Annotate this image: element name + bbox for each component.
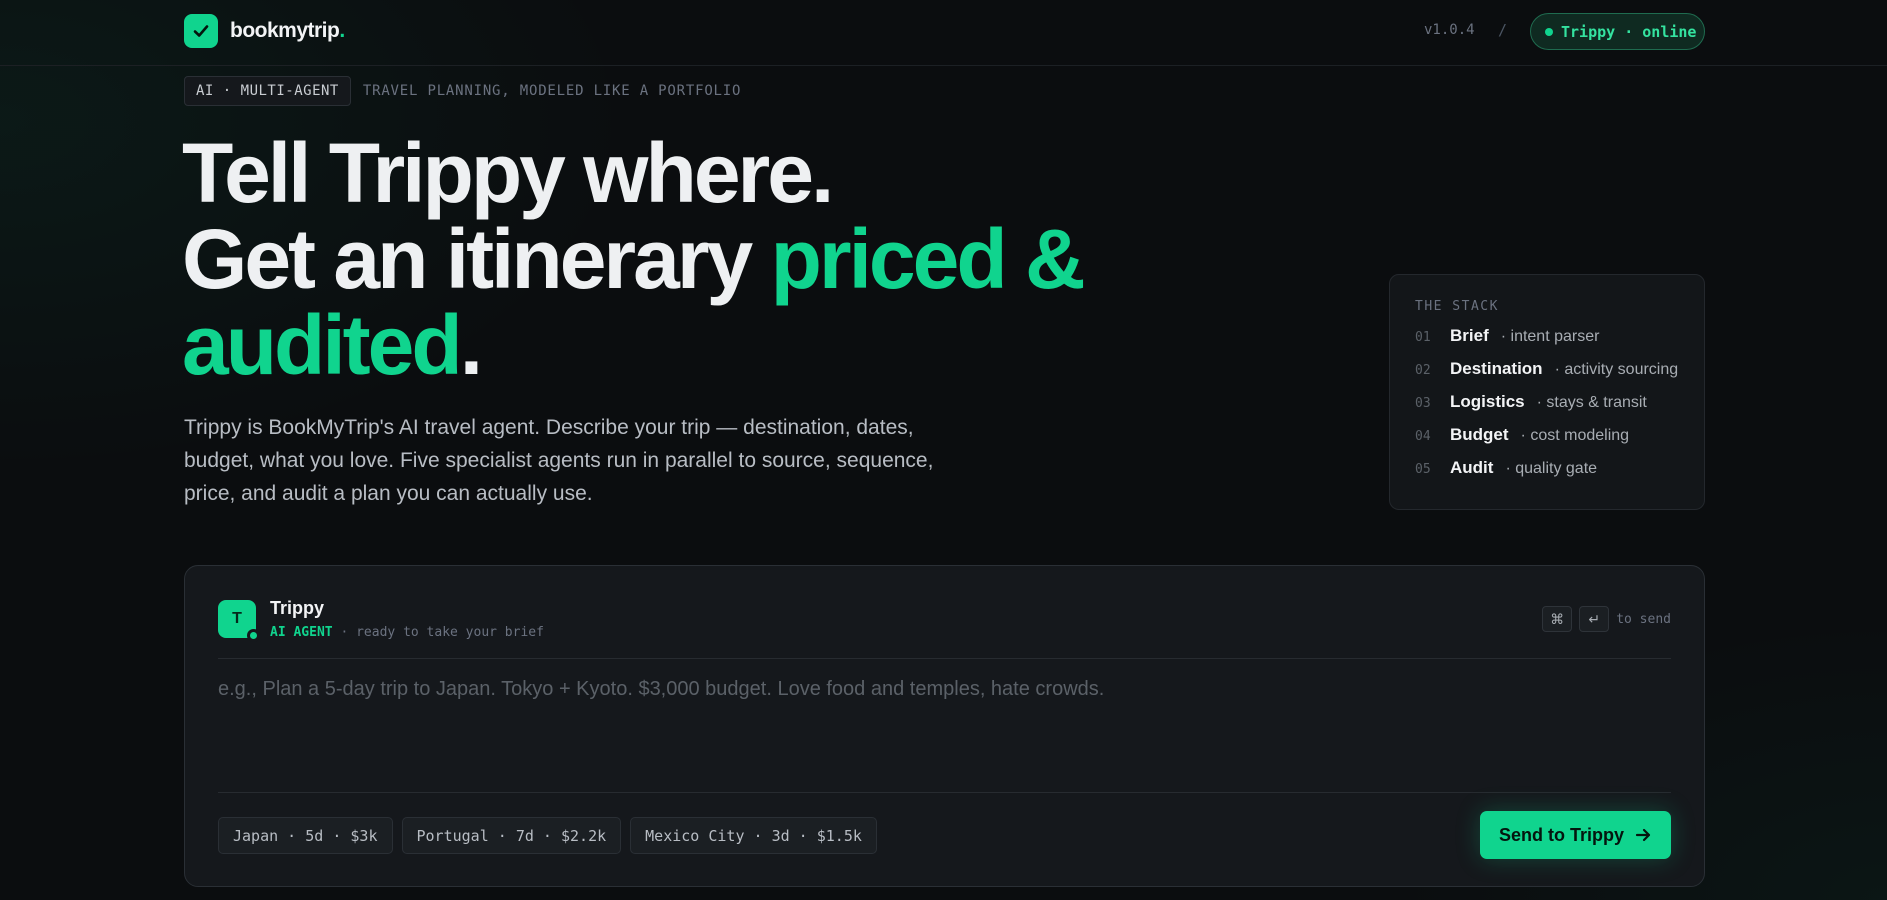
avatar-letter: T bbox=[232, 610, 242, 627]
stack-item-number: 02 bbox=[1415, 363, 1431, 378]
stack-item: 01 Brief · intent parser bbox=[1415, 326, 1679, 359]
stack-item: 04 Budget · cost modeling bbox=[1415, 425, 1679, 458]
status-dot-icon bbox=[1545, 27, 1553, 36]
stack-item-desc: · stays & transit bbox=[1536, 394, 1647, 411]
stack-card: THE STACK 01 Brief · intent parser 02 De… bbox=[1389, 274, 1705, 510]
eyebrow: AI · MULTI-AGENT TRAVEL PLANNING, MODELE… bbox=[184, 76, 741, 106]
hero-title: Tell Trippy where. Get an itinerary pric… bbox=[182, 130, 1086, 388]
stack-item: 03 Logistics · stays & transit bbox=[1415, 392, 1679, 425]
suggestion-chips: Japan · 5d · $3k Portugal · 7d · $2.2k M… bbox=[218, 817, 877, 854]
eyebrow-text: TRAVEL PLANNING, MODELED LIKE A PORTFOLI… bbox=[362, 83, 742, 99]
send-shortcut-hint: ⌘ ↵ to send bbox=[1542, 606, 1671, 632]
agent-role: AI AGENT bbox=[270, 625, 333, 640]
stack-title: THE STACK bbox=[1415, 299, 1499, 314]
stack-item-desc: · cost modeling bbox=[1520, 427, 1630, 444]
hero-accent-1: priced & bbox=[770, 212, 1086, 306]
agent-name: Trippy bbox=[270, 598, 325, 618]
stack-item-name: Budget bbox=[1450, 425, 1509, 444]
command-key-icon: ⌘ bbox=[1542, 606, 1573, 632]
divider bbox=[218, 792, 1671, 793]
hero-line-1: Tell Trippy where. bbox=[182, 126, 834, 220]
top-bar: bookmytrip. v1.0.4 / Trippy · online bbox=[0, 0, 1887, 66]
version-label: v1.0.4 bbox=[1424, 22, 1475, 38]
divider bbox=[218, 658, 1671, 659]
agent-subtitle: AI AGENT · ready to take your brief bbox=[270, 625, 544, 640]
suggestion-chip-japan[interactable]: Japan · 5d · $3k bbox=[218, 817, 393, 854]
stack-item-name: Destination bbox=[1450, 359, 1543, 378]
stack-item: 05 Audit · quality gate bbox=[1415, 458, 1679, 491]
status-text: Trippy · online bbox=[1561, 22, 1697, 41]
enter-key-icon: ↵ bbox=[1579, 606, 1610, 632]
hero-line-2: Get an itinerary bbox=[182, 212, 771, 306]
trip-composer: T Trippy AI AGENT · ready to take your b… bbox=[184, 565, 1705, 887]
hero-period: . bbox=[459, 298, 483, 392]
stack-item: 02 Destination · activity sourcing bbox=[1415, 359, 1679, 392]
stack-item-number: 05 bbox=[1415, 462, 1431, 477]
agent-header: T Trippy AI AGENT · ready to take your b… bbox=[218, 598, 544, 642]
stack-item-desc: · intent parser bbox=[1500, 328, 1600, 345]
agent-status: · ready to take your brief bbox=[332, 625, 544, 640]
logo[interactable]: bookmytrip. bbox=[184, 14, 345, 48]
hero-description: Trippy is BookMyTrip's AI travel agent. … bbox=[184, 416, 934, 505]
stack-item-number: 04 bbox=[1415, 429, 1431, 444]
trip-brief-input[interactable] bbox=[218, 678, 1671, 798]
stack-item-desc: · activity sourcing bbox=[1554, 361, 1679, 378]
arrow-right-icon bbox=[1635, 828, 1651, 842]
stack-item-name: Brief bbox=[1450, 326, 1489, 345]
stack-item-desc: · quality gate bbox=[1505, 460, 1598, 477]
suggestion-chip-portugal[interactable]: Portugal · 7d · $2.2k bbox=[401, 817, 622, 854]
avatar: T bbox=[218, 600, 260, 642]
send-hint-text: to send bbox=[1616, 611, 1671, 627]
send-button-label: Send to Trippy bbox=[1498, 824, 1624, 845]
stack-item-name: Audit bbox=[1450, 458, 1494, 477]
check-icon bbox=[184, 14, 218, 48]
logo-text: bookmytrip. bbox=[230, 19, 345, 42]
stack-item-name: Logistics bbox=[1450, 392, 1525, 411]
send-button[interactable]: Send to Trippy bbox=[1480, 811, 1671, 859]
stack-item-number: 01 bbox=[1415, 330, 1431, 345]
hero-accent-2: audited bbox=[182, 298, 463, 392]
stack-item-number: 03 bbox=[1415, 396, 1431, 411]
suggestion-chip-mexico-city[interactable]: Mexico City · 3d · $1.5k bbox=[630, 817, 877, 854]
status-dot-icon bbox=[247, 629, 260, 642]
eyebrow-tag: AI · MULTI-AGENT bbox=[184, 76, 351, 106]
separator: / bbox=[1498, 21, 1508, 39]
status-badge[interactable]: Trippy · online bbox=[1530, 13, 1705, 50]
